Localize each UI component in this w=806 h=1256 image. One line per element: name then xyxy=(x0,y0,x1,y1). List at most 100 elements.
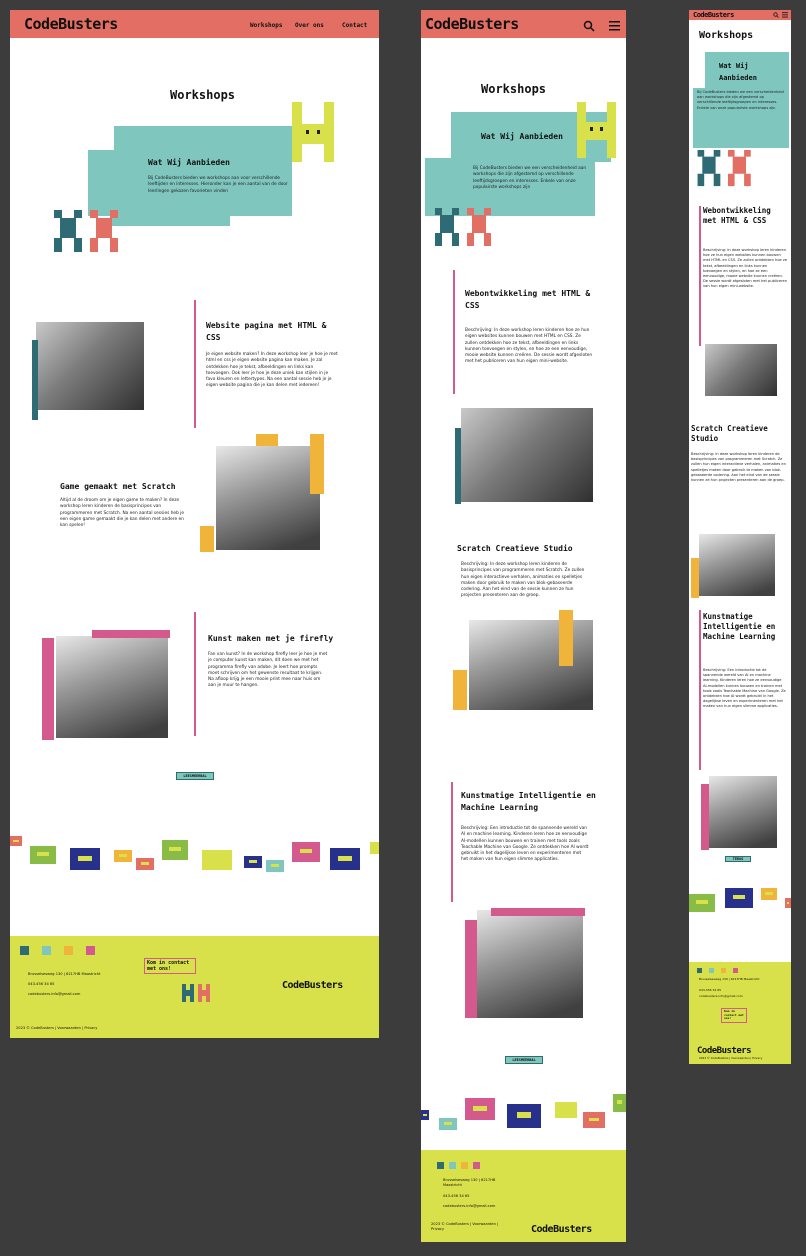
photo-website-workshop xyxy=(461,408,593,502)
workshop-title-2: Scratch Creatieve Studio xyxy=(457,544,573,553)
read-more-button[interactable]: LEESMEERBAL xyxy=(176,772,214,780)
facebook-icon[interactable] xyxy=(709,968,714,973)
orange-accent xyxy=(200,526,214,552)
nav-workshops[interactable]: Workshops xyxy=(250,22,283,29)
hero-intro: Bij CodeBusters bieden we een verscheide… xyxy=(473,166,587,190)
yellow-robot-icon xyxy=(577,102,616,158)
photo-scratch-workshop xyxy=(469,620,593,710)
photo-firefly-workshop xyxy=(477,910,583,1018)
photo-website-workshop xyxy=(36,322,144,410)
logo[interactable]: CodeBusters xyxy=(24,15,118,33)
divider-line xyxy=(453,270,455,394)
bot-icon xyxy=(689,894,715,912)
footer-address: Brusselsesweg 130 | 6217HB Maastricht xyxy=(699,977,760,981)
orange-accent-2 xyxy=(559,610,573,666)
search-icon[interactable] xyxy=(583,20,595,32)
bot-icon xyxy=(202,850,232,870)
bot-icon xyxy=(439,1118,457,1130)
footer-phone[interactable]: 043-456 34 65 xyxy=(443,1194,469,1199)
bot-icon xyxy=(244,856,262,868)
photo-firefly-workshop xyxy=(56,636,168,738)
bot-icon xyxy=(10,836,22,846)
hero-subtitle: Wat Wij Aanbieden xyxy=(719,62,757,82)
instagram-icon[interactable] xyxy=(733,968,738,973)
bot-icon xyxy=(266,860,284,872)
workshop-desc-1: Beschrijving: In deze workshop leren kin… xyxy=(465,328,593,365)
bot-icon xyxy=(555,1102,577,1118)
bot-icon xyxy=(70,848,100,870)
pink-accent-2 xyxy=(92,630,170,638)
mobile-frame: CodeBusters Workshops Wat Wij Aanbieden … xyxy=(689,10,791,1064)
footer-address: Brusselsesweg 130 | 6217HB Maastricht xyxy=(28,972,101,976)
xx-robots-icon xyxy=(54,210,118,252)
search-icon[interactable] xyxy=(773,12,779,18)
youtube-icon[interactable] xyxy=(721,968,726,973)
photo-firefly-workshop xyxy=(709,776,777,848)
bot-icon xyxy=(292,842,320,862)
linkedin-icon[interactable] xyxy=(20,946,29,955)
workshop-title-3: Kunstmatige Intelligentie en Machine Lea… xyxy=(703,612,776,641)
footer-logo[interactable]: CodeBusters xyxy=(531,1224,592,1235)
youtube-icon[interactable] xyxy=(461,1162,468,1169)
workshop-desc-2: Altijd al de droom om je eigen game te m… xyxy=(60,498,185,529)
page-title: Workshops xyxy=(699,30,754,41)
logo[interactable]: CodeBusters xyxy=(425,15,519,33)
teal-frame-accent xyxy=(32,340,38,420)
footer-logo[interactable]: CodeBusters xyxy=(282,980,343,991)
footer-phone[interactable]: 043-456 34 65 xyxy=(28,982,54,987)
facebook-icon[interactable] xyxy=(42,946,51,955)
pink-accent xyxy=(701,784,709,850)
bot-icon xyxy=(136,858,154,870)
back-button[interactable]: TERUG xyxy=(725,856,751,862)
read-more-button[interactable]: LEESMEERBAL xyxy=(505,1056,543,1064)
orange-accent-3 xyxy=(310,434,324,494)
xx-robots-icon xyxy=(182,984,210,1002)
bot-icon xyxy=(370,842,379,854)
menu-icon[interactable] xyxy=(609,21,620,31)
desktop-frame: CodeBusters Workshops Over ons Contact W… xyxy=(10,10,379,1038)
photo-scratch-workshop xyxy=(216,446,320,550)
divider-line xyxy=(699,206,701,346)
orange-accent xyxy=(453,670,467,710)
xx-robots-icon xyxy=(435,208,491,246)
footer-email[interactable]: codebusters.info@gmail.com xyxy=(28,992,80,997)
facebook-icon[interactable] xyxy=(449,1162,456,1169)
orange-accent xyxy=(691,558,699,598)
footer-email[interactable]: codebusters.info@gmail.com xyxy=(699,994,743,999)
page-title: Workshops xyxy=(170,88,236,102)
hero-subtitle: Wat Wij Aanbieden xyxy=(481,132,563,141)
teal-frame-accent xyxy=(455,428,461,504)
footer-phone[interactable]: 043-456 34 65 xyxy=(699,988,721,993)
orange-accent-2 xyxy=(256,434,278,446)
hero-intro: Bij CodeBusters bieden we workshops aan … xyxy=(148,176,288,194)
nav-contact[interactable]: Contact xyxy=(342,22,367,29)
workshop-title-2: Scratch Creatieve Studio xyxy=(691,424,768,443)
workshop-title-3: Kunst maken met je firefly xyxy=(208,634,334,643)
bot-icon xyxy=(421,1110,429,1120)
menu-icon[interactable] xyxy=(782,12,788,18)
logo[interactable]: CodeBusters xyxy=(693,11,734,19)
workshop-desc-3: Fan van kunst? In de workshop firefly le… xyxy=(208,652,328,689)
divider-line-2 xyxy=(699,610,701,770)
contact-bubble[interactable]: Kom in contact met ons! xyxy=(721,1008,747,1023)
photo-scratch-workshop xyxy=(699,534,775,596)
nav-over-ons[interactable]: Over ons xyxy=(295,22,324,29)
bot-icon xyxy=(30,846,56,864)
footer-email[interactable]: codebusters.info@gmail.com xyxy=(443,1204,503,1209)
linkedin-icon[interactable] xyxy=(697,968,702,973)
hero-block-3 xyxy=(110,210,230,226)
workshop-title-1: Webontwikkeling met HTML & CSS xyxy=(465,289,591,310)
photo-website-workshop xyxy=(705,344,777,396)
workshop-title-2: Game gemaakt met Scratch xyxy=(60,482,176,491)
bot-icon xyxy=(507,1104,541,1128)
linkedin-icon[interactable] xyxy=(437,1162,444,1169)
bot-icon xyxy=(613,1094,626,1112)
instagram-icon[interactable] xyxy=(86,946,95,955)
footer-logo[interactable]: CodeBusters xyxy=(697,1046,752,1056)
contact-bubble[interactable]: Kom in contact met ons! xyxy=(144,958,196,974)
instagram-icon[interactable] xyxy=(473,1162,480,1169)
youtube-icon[interactable] xyxy=(64,946,73,955)
pink-accent xyxy=(465,920,477,1018)
tablet-frame: CodeBusters Workshops Wat Wij Aanbieden … xyxy=(421,10,626,1242)
bot-icon xyxy=(725,888,753,908)
